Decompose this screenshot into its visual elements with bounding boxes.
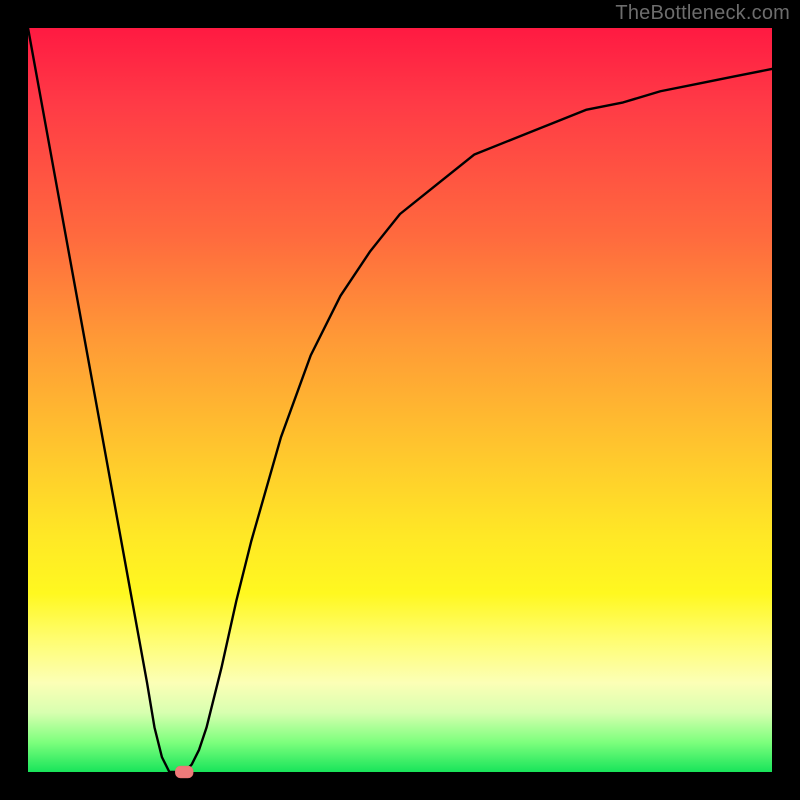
chart-frame: TheBottleneck.com [0, 0, 800, 800]
watermark-text: TheBottleneck.com [615, 2, 790, 25]
curve-svg [28, 28, 772, 772]
highlight-marker [175, 766, 193, 778]
plot-area [28, 28, 772, 772]
bottleneck-curve [28, 28, 772, 772]
